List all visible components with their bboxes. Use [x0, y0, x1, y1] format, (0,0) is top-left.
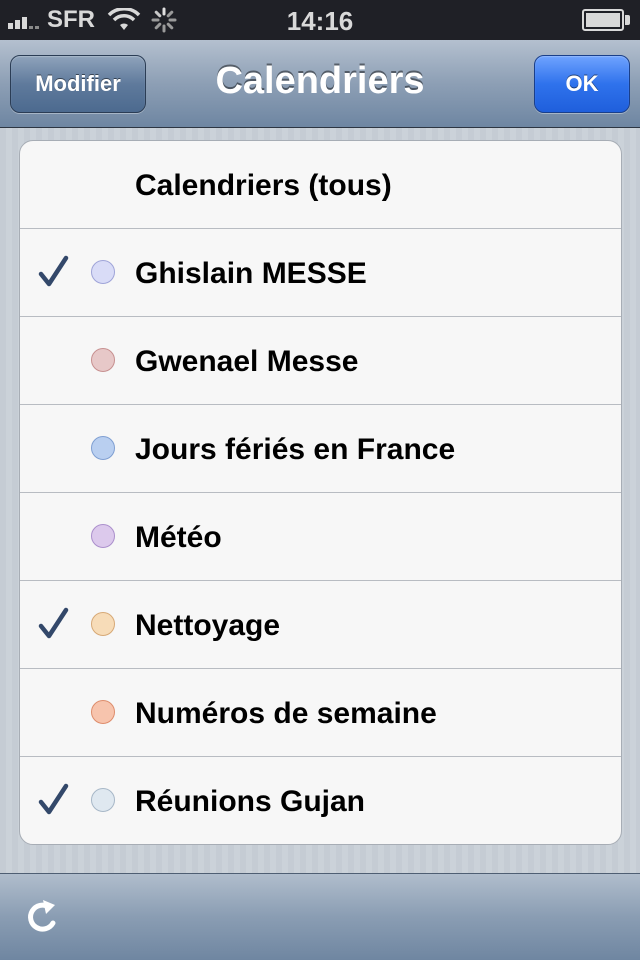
status-time: 14:16 [286, 6, 354, 36]
calendar-row-nettoyage[interactable]: Nettoyage [20, 581, 621, 669]
calendar-label: Réunions Gujan [135, 785, 366, 818]
calendar-label: Calendriers (tous) [135, 169, 392, 202]
calendar-color-dot-icon [91, 260, 115, 284]
calendar-row-all[interactable]: Calendriers (tous) [20, 141, 621, 229]
battery-icon [582, 9, 630, 31]
calendar-label: Nettoyage [135, 609, 281, 642]
calendar-row-reunions-gujan[interactable]: Réunions Gujan [20, 757, 621, 844]
content-area: Calendriers (tous) Ghislain MESSE Gwenae… [0, 128, 640, 873]
calendar-color-dot-icon [91, 436, 115, 460]
checkmark-icon [38, 255, 69, 287]
checkmark-icon [38, 783, 69, 815]
calendar-label: Numéros de semaine [135, 697, 437, 730]
bottom-toolbar [0, 873, 640, 960]
status-bar: SFR 14:16 [0, 0, 640, 40]
calendar-row-numeros-semaine[interactable]: Numéros de semaine [20, 669, 621, 757]
calendar-color-dot-icon [91, 524, 115, 548]
calendar-row-jours-feries[interactable]: Jours fériés en France [20, 405, 621, 493]
calendar-label: Jours fériés en France [135, 433, 456, 466]
calendar-row-gwenael-messe[interactable]: Gwenael Messe [20, 317, 621, 405]
calendar-color-dot-icon [91, 700, 115, 724]
calendars-list: Calendriers (tous) Ghislain MESSE Gwenae… [19, 140, 622, 845]
calendar-row-meteo[interactable]: Météo [20, 493, 621, 581]
calendar-label: Ghislain MESSE [135, 257, 367, 290]
ok-button[interactable]: OK [534, 55, 630, 113]
refresh-icon[interactable] [22, 896, 64, 938]
calendar-color-dot-icon [91, 612, 115, 636]
calendar-color-dot-icon [91, 348, 115, 372]
checkmark-icon [38, 607, 69, 639]
calendar-color-dot-icon [91, 788, 115, 812]
calendar-label: Gwenael Messe [135, 345, 359, 378]
calendar-label: Météo [135, 521, 222, 554]
calendar-row-ghislain-messe[interactable]: Ghislain MESSE [20, 229, 621, 317]
navigation-bar: Modifier Calendriers OK [0, 40, 640, 128]
